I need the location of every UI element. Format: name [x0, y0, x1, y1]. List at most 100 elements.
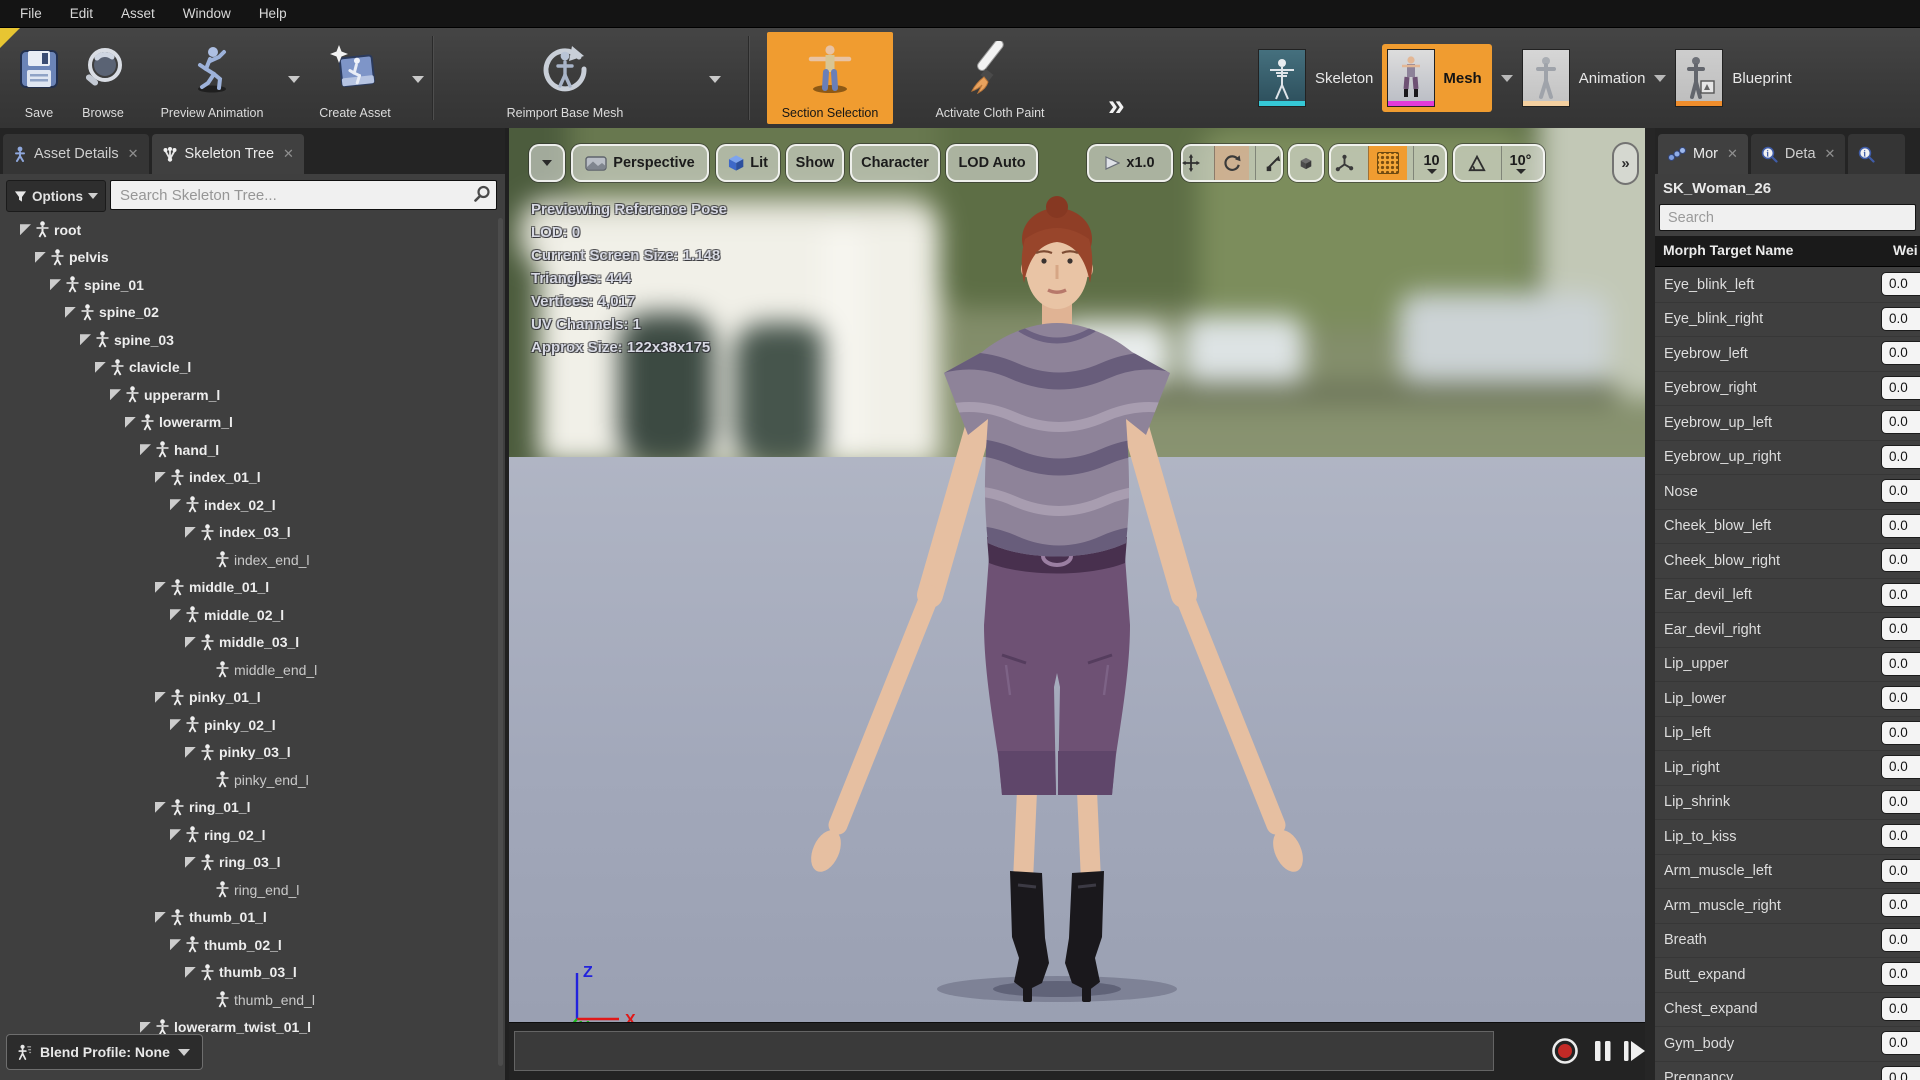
- morph-target-row[interactable]: Lip_shrink 0.0: [1655, 786, 1920, 820]
- grid-snap-toggle[interactable]: [1368, 146, 1408, 180]
- skeleton-tree-bone-row[interactable]: middle_end_l: [0, 656, 497, 684]
- morph-weight-input[interactable]: 0.0: [1881, 444, 1920, 469]
- tree-expander-icon[interactable]: [155, 911, 166, 923]
- tab-skeleton-tree[interactable]: Skeleton Tree ✕: [151, 134, 304, 174]
- reimport-dropdown-caret[interactable]: [709, 76, 721, 83]
- blueprint-mode-thumbnail[interactable]: [1675, 49, 1724, 107]
- skeleton-tree-search-input[interactable]: [110, 180, 497, 210]
- tree-expander-icon[interactable]: [155, 471, 166, 483]
- tree-expander-icon[interactable]: [185, 636, 196, 648]
- morph-weight-input[interactable]: 0.0: [1881, 720, 1920, 745]
- tree-expander-icon[interactable]: [185, 746, 196, 758]
- morph-weight-input[interactable]: 0.0: [1881, 755, 1920, 779]
- skeleton-tree-bone-row[interactable]: middle_02_l: [0, 601, 497, 629]
- preview-animation-button[interactable]: Preview Animation: [142, 32, 300, 124]
- morph-target-row[interactable]: Nose 0.0: [1655, 475, 1920, 510]
- tree-expander-icon[interactable]: [170, 499, 181, 511]
- skeleton-tree-bone-row[interactable]: thumb_01_l: [0, 904, 497, 932]
- menu-edit[interactable]: Edit: [58, 2, 105, 25]
- skeleton-tree-bone-row[interactable]: hand_l: [0, 436, 497, 464]
- skeleton-tree-bone-row[interactable]: spine_02: [0, 299, 497, 327]
- morph-weight-input[interactable]: 0.0: [1881, 962, 1920, 986]
- scale-tool-button[interactable]: [1255, 146, 1290, 180]
- skeleton-tree-bone-row[interactable]: root: [0, 216, 497, 244]
- tree-expander-icon[interactable]: [125, 416, 136, 428]
- morph-target-row[interactable]: Cheek_blow_left 0.0: [1655, 510, 1920, 544]
- tree-expander-icon[interactable]: [185, 526, 196, 538]
- tree-expander-icon[interactable]: [170, 939, 181, 951]
- morph-table-header[interactable]: Morph Target Name Wei: [1655, 236, 1920, 267]
- panel-splitter[interactable]: [1645, 128, 1655, 1080]
- playback-speed-button[interactable]: x1.0: [1087, 144, 1173, 182]
- morph-target-row[interactable]: Lip_to_kiss 0.0: [1655, 820, 1920, 855]
- morph-target-row[interactable]: Eyebrow_left 0.0: [1655, 337, 1920, 372]
- tree-expander-icon[interactable]: [155, 581, 166, 593]
- morph-weight-input[interactable]: 0.0: [1881, 789, 1920, 814]
- tab-morph-target-previewer[interactable]: Mor ✕: [1658, 134, 1748, 174]
- toolbar-overflow-chevron[interactable]: »: [1108, 91, 1125, 121]
- blueprint-mode-label[interactable]: Blueprint: [1732, 70, 1791, 87]
- tree-expander-icon[interactable]: [170, 829, 181, 841]
- morph-weight-input[interactable]: 0.0: [1881, 306, 1920, 331]
- character-button[interactable]: Character: [850, 144, 940, 182]
- tab-asset-details[interactable]: Asset Details ✕: [3, 134, 149, 174]
- tab-close-icon[interactable]: ✕: [128, 146, 139, 162]
- coordinate-space-button[interactable]: [1288, 144, 1324, 182]
- menu-asset[interactable]: Asset: [109, 2, 167, 25]
- tree-expander-icon[interactable]: [50, 279, 61, 291]
- morph-target-row[interactable]: Eyebrow_right 0.0: [1655, 372, 1920, 406]
- morph-weight-input[interactable]: 0.0: [1881, 686, 1920, 710]
- skeleton-tree-bone-row[interactable]: thumb_03_l: [0, 959, 497, 987]
- skeleton-tree-bone-row[interactable]: spine_01: [0, 271, 497, 299]
- skeleton-tree-bone-row[interactable]: pinky_end_l: [0, 766, 497, 794]
- section-selection-button[interactable]: Section Selection: [767, 32, 893, 124]
- angle-snap-value-button[interactable]: 10°: [1500, 146, 1540, 180]
- save-button[interactable]: Save: [10, 32, 68, 124]
- preview-animation-dropdown-caret[interactable]: [288, 76, 300, 83]
- viewport-toolbar-overflow[interactable]: »: [1612, 142, 1639, 185]
- morph-target-row[interactable]: Ear_devil_left 0.0: [1655, 579, 1920, 613]
- tree-expander-icon[interactable]: [155, 801, 166, 813]
- skeleton-tree-bone-row[interactable]: thumb_end_l: [0, 986, 497, 1014]
- skeleton-tree-bone-row[interactable]: pinky_02_l: [0, 711, 497, 739]
- morph-target-row[interactable]: Eye_blink_left 0.0: [1655, 268, 1920, 303]
- skeleton-mode-thumbnail[interactable]: [1258, 49, 1306, 107]
- morph-search-input[interactable]: [1659, 204, 1916, 231]
- morph-weight-input[interactable]: 0.0: [1881, 272, 1920, 296]
- morph-target-row[interactable]: Butt_expand 0.0: [1655, 958, 1920, 993]
- morph-weight-input[interactable]: 0.0: [1881, 410, 1920, 434]
- morph-weight-input[interactable]: 0.0: [1881, 651, 1920, 676]
- lod-auto-button[interactable]: LOD Auto: [946, 144, 1038, 182]
- tree-expander-icon[interactable]: [140, 444, 151, 456]
- morph-target-row[interactable]: Arm_muscle_right 0.0: [1655, 889, 1920, 924]
- skeleton-tree-bone-row[interactable]: pinky_03_l: [0, 739, 497, 767]
- tree-expander-icon[interactable]: [140, 1021, 151, 1033]
- grid-snap-value-button[interactable]: 10: [1413, 146, 1448, 180]
- tree-expander-icon[interactable]: [170, 609, 181, 621]
- browse-button[interactable]: Browse: [72, 32, 134, 124]
- morph-target-row[interactable]: Arm_muscle_left 0.0: [1655, 855, 1920, 889]
- morph-weight-input[interactable]: 0.0: [1881, 617, 1920, 641]
- morph-target-row[interactable]: Lip_lower 0.0: [1655, 682, 1920, 717]
- tab-details[interactable]: i Deta ✕: [1750, 134, 1846, 174]
- morph-target-row[interactable]: Lip_upper 0.0: [1655, 648, 1920, 682]
- skeleton-tree-bone-row[interactable]: middle_01_l: [0, 574, 497, 602]
- morph-weight-input[interactable]: 0.0: [1881, 824, 1920, 848]
- tree-expander-icon[interactable]: [185, 966, 196, 978]
- morph-target-row[interactable]: Lip_right 0.0: [1655, 751, 1920, 786]
- skeleton-tree-bone-row[interactable]: index_02_l: [0, 491, 497, 519]
- morph-weight-input[interactable]: 0.0: [1881, 513, 1920, 538]
- tree-expander-icon[interactable]: [35, 251, 46, 263]
- morph-weight-input[interactable]: 0.0: [1881, 548, 1920, 572]
- morph-weight-input[interactable]: 0.0: [1881, 927, 1920, 952]
- lit-button[interactable]: Lit: [716, 144, 780, 182]
- tree-expander-icon[interactable]: [20, 224, 31, 236]
- tab-close-icon[interactable]: ✕: [283, 146, 294, 162]
- tab-clipped[interactable]: i: [1848, 134, 1906, 174]
- skeleton-tree-bone-row[interactable]: index_01_l: [0, 464, 497, 492]
- skeleton-tree-bone-row[interactable]: upperarm_l: [0, 381, 497, 409]
- perspective-button[interactable]: Perspective: [571, 144, 709, 182]
- translate-tool-button[interactable]: [1174, 146, 1208, 180]
- blend-profile-button[interactable]: Blend Profile: None: [6, 1034, 203, 1070]
- menu-window[interactable]: Window: [171, 2, 243, 25]
